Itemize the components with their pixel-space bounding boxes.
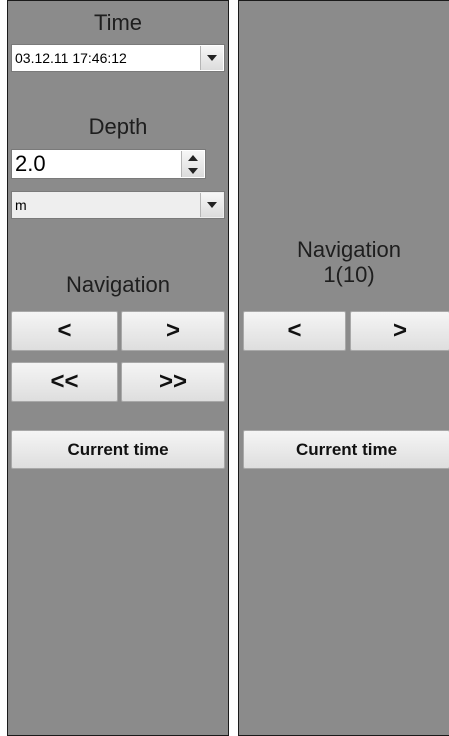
fast-prev-button[interactable]: << [11,362,118,402]
time-select-value: 03.12.11 17:46:12 [15,50,127,66]
fast-next-button[interactable]: >> [121,362,225,402]
unit-dropdown-button[interactable] [200,193,223,217]
unit-select[interactable]: m [11,191,225,219]
current-time-button[interactable]: Current time [243,430,449,469]
next-button[interactable]: > [350,311,449,351]
prev-button[interactable]: < [11,311,118,351]
navigation-label: Navigation [297,237,401,262]
spin-up-button[interactable] [188,152,198,163]
arrow-up-icon [188,154,198,161]
spin-down-button[interactable] [188,165,198,176]
chevron-down-icon [207,202,217,208]
time-dropdown-button[interactable] [200,46,223,70]
next-button[interactable]: > [121,311,225,351]
unit-select-value: m [15,197,27,213]
prev-button[interactable]: < [243,311,346,351]
depth-label: Depth [88,114,148,139]
arrow-down-icon [188,167,198,174]
navigation-counter: 1(10) [323,262,375,287]
left-control-panel: Time 03.12.11 17:46:12 Depth m Navigatio… [7,0,229,736]
depth-spin-buttons[interactable] [181,151,204,177]
depth-spinbox[interactable] [11,149,206,179]
depth-input[interactable] [12,150,165,178]
chevron-down-icon [207,55,217,61]
current-time-button[interactable]: Current time [11,430,225,469]
navigation-label: Navigation [66,272,170,297]
right-control-panel: Navigation 1(10) < > Current time [238,0,449,736]
time-label: Time [93,10,143,35]
time-select[interactable]: 03.12.11 17:46:12 [11,44,225,72]
